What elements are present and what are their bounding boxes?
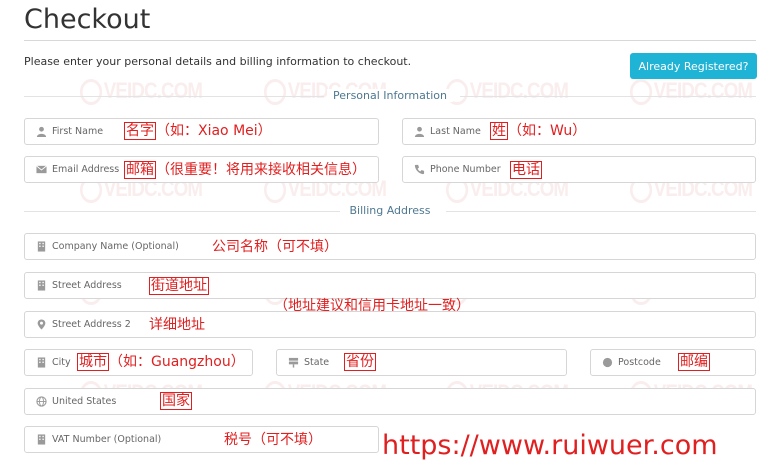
building-icon	[35, 241, 47, 253]
annotation-last-name: 姓（如：Wu）	[490, 122, 587, 140]
annotation-country: 国家	[160, 392, 192, 410]
state-field[interactable]: State	[276, 349, 567, 376]
phone-field[interactable]: Phone Number	[402, 156, 756, 183]
building-icon	[35, 357, 47, 369]
last-name-placeholder: Last Name	[430, 126, 481, 137]
street-address-2-placeholder: Street Address 2	[52, 319, 131, 330]
user-icon	[413, 126, 425, 138]
postcode-placeholder: Postcode	[618, 357, 661, 368]
annotation-street: 街道地址	[149, 277, 209, 295]
signpost-icon	[287, 357, 299, 369]
company-name-field[interactable]: Company Name (Optional)	[24, 233, 756, 260]
url-watermark: https://www.ruiwuer.com	[382, 430, 718, 461]
section-billing-address: Billing Address	[24, 204, 756, 218]
section-label: Personal Information	[327, 89, 453, 102]
map-marker-icon	[35, 319, 47, 331]
country-select[interactable]: United States	[24, 388, 756, 415]
page-title: Checkout	[24, 4, 151, 35]
annotation-street2: 详细地址	[149, 317, 205, 333]
phone-placeholder: Phone Number	[430, 164, 501, 175]
city-placeholder: City	[52, 357, 71, 368]
annotation-company: 公司名称（可不填）	[212, 239, 338, 255]
phone-icon	[413, 164, 425, 176]
street-address-field[interactable]: Street Address	[24, 272, 756, 299]
company-name-placeholder: Company Name (Optional)	[52, 241, 179, 252]
annotation-first-name: 名字 （如：Xiao Mei）	[124, 122, 272, 140]
annotation-city: 城市 （如：Guangzhou）	[77, 353, 245, 371]
annotation-email: 邮箱 （很重要！将用来接收相关信息）	[124, 161, 366, 179]
first-name-placeholder: First Name	[52, 126, 104, 137]
vat-number-placeholder: VAT Number (Optional)	[52, 434, 162, 445]
annotation-state: 省份	[344, 353, 376, 371]
state-placeholder: State	[304, 357, 330, 368]
title-divider	[24, 40, 756, 41]
street-address-2-field[interactable]: Street Address 2	[24, 311, 756, 338]
already-registered-button[interactable]: Already Registered?	[630, 53, 757, 79]
country-value: United States	[52, 396, 117, 407]
email-placeholder: Email Address	[52, 164, 120, 175]
vat-number-field[interactable]: VAT Number (Optional)	[24, 426, 379, 453]
envelope-icon	[35, 164, 47, 176]
annotation-postcode: 邮编	[678, 353, 710, 371]
intro-text: Please enter your personal details and b…	[24, 55, 412, 68]
postcode-field[interactable]: Postcode	[590, 349, 756, 376]
building-icon	[35, 434, 47, 446]
annotation-phone: 电话	[510, 161, 542, 179]
section-label: Billing Address	[343, 204, 437, 217]
user-icon	[35, 126, 47, 138]
globe-icon	[35, 396, 47, 408]
street-address-placeholder: Street Address	[52, 280, 122, 291]
section-personal-information: Personal Information	[24, 89, 756, 103]
annotation-vat: 税号（可不填）	[224, 432, 322, 448]
circle-icon	[601, 357, 613, 369]
building-icon	[35, 280, 47, 292]
